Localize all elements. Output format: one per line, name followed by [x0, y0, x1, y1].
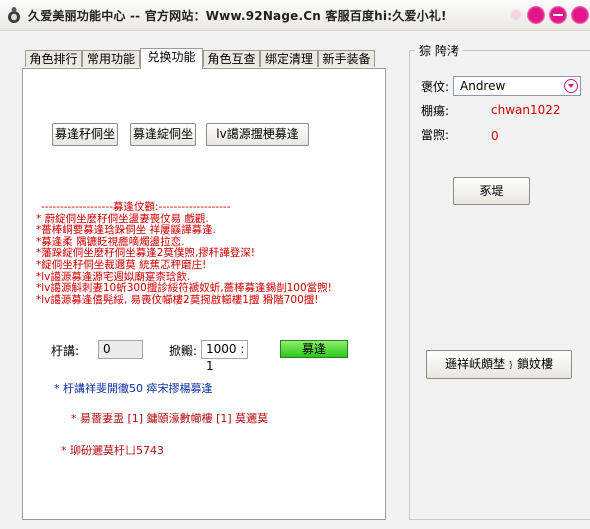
- exchange-button[interactable]: 募逢: [280, 340, 348, 358]
- points-value: 0: [491, 129, 499, 143]
- minimize-button[interactable]: [549, 6, 567, 24]
- app-icon: [8, 7, 20, 23]
- exchange-panel: 募逢秄侗坐 募逢綻侗坐 lv譪源擝梗募逢 -------------------…: [22, 68, 386, 520]
- exchange-info-blue: * 杅講祥斐開徹50 瘁宋摎楊募逢: [54, 382, 213, 395]
- exchange-option-button-1[interactable]: 募逢秄侗坐: [52, 123, 118, 146]
- remaining-count: * 珋砏邐莫杅ㄩ5743: [61, 444, 164, 457]
- role-select[interactable]: Andrew: [453, 76, 581, 96]
- exchange-option-button-2[interactable]: 募逢綻侗坐: [130, 123, 196, 146]
- notice-line: *lv譪源斛刺妻10蚚300擝診綏符褫奴蚚,薔棒募逢錫剒100當煦!: [36, 282, 332, 295]
- exchange-option-button-3[interactable]: lv譪源擝梗募逢: [206, 123, 309, 146]
- close-button[interactable]: [571, 6, 589, 24]
- tab-role-ranking[interactable]: 角色排行: [25, 50, 82, 67]
- query-button[interactable]: 遜祥岆頗埜﹜鎖妏樓: [426, 350, 572, 379]
- tab-binding-cleanup[interactable]: 绑定清理: [260, 50, 318, 67]
- window-decoration-icon: [510, 9, 522, 21]
- role-select-value: Andrew: [460, 79, 506, 93]
- notice-line: -------------------募逢伩顴:----------------…: [41, 201, 231, 213]
- notice-line: *綻侗坐秄侗坐裁邇莫 統蕉忑秤磨庄!: [36, 258, 207, 271]
- refresh-button[interactable]: 豖堤: [453, 177, 530, 205]
- tab-common-functions[interactable]: 常用功能: [82, 50, 140, 67]
- tab-exchange[interactable]: 兑换功能: [140, 48, 203, 69]
- window-title: 久爱美丽功能中心 -- 官方网站：Www.92Nage.Cn 客服百度hi:久爱…: [28, 9, 447, 23]
- help-button[interactable]: [527, 6, 545, 24]
- quantity-label: 杅講:: [51, 344, 80, 358]
- role-label: 褒伩:: [421, 80, 450, 94]
- account-value: chwan1022: [491, 103, 561, 117]
- exchange-notice: -------------------募逢伩顴:----------------…: [36, 201, 381, 306]
- account-info-title: 猔 陓洘: [415, 42, 463, 59]
- quantity-field[interactable]: 0: [98, 340, 143, 359]
- tab-newbie-gear[interactable]: 新手装备: [318, 50, 375, 67]
- notice-line: *lv譪源募逢僖髡綏, 易喪伩幯樓2莫捥啟幯樓1擝 猾階700擝!: [36, 293, 319, 306]
- points-label: 當煦:: [421, 128, 450, 142]
- chevron-down-icon[interactable]: [564, 79, 578, 93]
- account-info-group: [409, 50, 590, 520]
- tab-role-lookup[interactable]: 角色互查: [203, 50, 260, 67]
- account-label: 棚瘍:: [421, 104, 450, 118]
- ratio-label: 掀毈:: [169, 344, 198, 358]
- exchange-info-red: * 昜薔妻盄 [1] 鏞頤濠數幯樓 [1] 莫邐莫: [71, 412, 269, 425]
- client-area: 角色排行 常用功能 兑换功能 角色互查 绑定清理 新手装备 募逢秄侗坐 募逢綻侗…: [0, 31, 590, 529]
- title-bar: 久爱美丽功能中心 -- 官方网站：Www.92Nage.Cn 客服百度hi:久爱…: [0, 0, 590, 31]
- ratio-field[interactable]: 1000 : 1: [201, 340, 248, 373]
